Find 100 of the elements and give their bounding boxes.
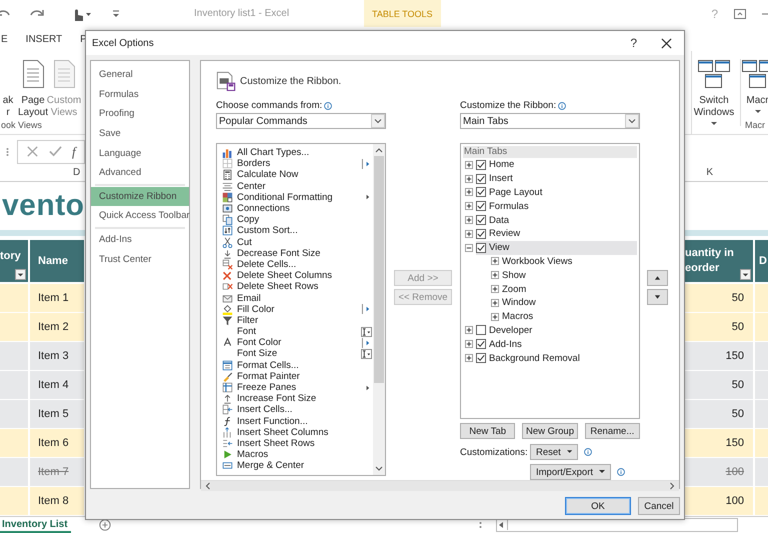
commands-dropdown[interactable]: Popular Commands xyxy=(216,113,386,129)
reset-button[interactable]: Reset xyxy=(530,444,578,460)
scroll-down-icon[interactable] xyxy=(374,465,384,473)
command-item[interactable]: Custom Sort... xyxy=(217,225,373,236)
filter-dropdown-icon[interactable] xyxy=(15,269,26,280)
checkbox[interactable] xyxy=(476,187,486,198)
command-item[interactable]: Connections xyxy=(217,202,373,214)
tree-item[interactable]: Macros xyxy=(502,311,534,322)
command-item[interactable]: Insert Sheet Rows xyxy=(217,438,373,450)
expand-icon[interactable] xyxy=(491,285,499,294)
checkbox[interactable] xyxy=(476,201,486,212)
scroll-right-icon[interactable] xyxy=(668,481,676,491)
tree-action-button[interactable]: Rename... xyxy=(584,423,640,439)
tree-item[interactable]: Developer xyxy=(489,324,532,336)
tree-item[interactable]: Add-Ins xyxy=(489,338,522,350)
splitter-icon[interactable] xyxy=(479,520,482,530)
checkbox[interactable] xyxy=(476,228,486,239)
command-item[interactable]: Insert Sheet Columns xyxy=(217,426,373,438)
command-item[interactable]: Borders xyxy=(217,158,373,170)
command-item[interactable]: Font Color xyxy=(217,337,373,348)
ribbon-tab[interactable]: E xyxy=(1,34,8,45)
command-item[interactable]: Format Cells... xyxy=(217,360,373,371)
column-header[interactable]: K xyxy=(706,167,713,178)
ribbon-dropdown[interactable]: Main Tabs xyxy=(460,113,640,129)
vertical-scrollbar[interactable] xyxy=(373,144,385,475)
command-item[interactable]: Calculate Now xyxy=(217,169,373,181)
close-icon[interactable] xyxy=(661,38,672,48)
expand-icon[interactable] xyxy=(465,202,473,210)
column-header[interactable]: D xyxy=(73,167,80,178)
category-item[interactable]: Add-Ins xyxy=(91,230,189,250)
category-item[interactable]: Language xyxy=(91,143,189,163)
checkbox[interactable] xyxy=(476,339,486,350)
tree-item[interactable]: Review xyxy=(489,228,520,240)
category-item[interactable]: Customize Ribbon xyxy=(91,186,189,206)
info-icon[interactable] xyxy=(584,448,592,456)
ok-button[interactable]: OK xyxy=(565,497,631,515)
ribbon-button[interactable]: ak r xyxy=(1,58,15,119)
checkbox[interactable] xyxy=(476,353,486,364)
command-item[interactable]: Email xyxy=(217,292,373,304)
scroll-up-icon[interactable] xyxy=(374,146,384,154)
category-item[interactable]: Advanced xyxy=(91,162,189,183)
checkbox[interactable] xyxy=(476,325,486,336)
info-icon[interactable] xyxy=(558,102,566,110)
checkbox[interactable] xyxy=(476,242,486,253)
import-export-button[interactable]: Import/Export xyxy=(530,464,612,480)
expand-icon[interactable] xyxy=(465,230,473,238)
command-item[interactable]: Freeze Panes xyxy=(217,382,373,394)
tree-action-button[interactable]: New Tab xyxy=(460,423,516,439)
scroll-left-icon[interactable] xyxy=(204,481,212,491)
expand-icon[interactable] xyxy=(465,326,473,334)
sheet-tab[interactable]: Inventory List xyxy=(0,518,71,533)
command-item[interactable]: Insert Cells... xyxy=(217,404,373,416)
command-item[interactable]: Delete Sheet Rows xyxy=(217,281,373,292)
command-item[interactable]: Macros xyxy=(217,449,373,460)
tree-action-button[interactable]: New Group xyxy=(522,423,578,439)
tree-item[interactable]: Workbook Views xyxy=(502,256,572,267)
category-item[interactable]: Save xyxy=(91,124,189,144)
tree-item[interactable]: View xyxy=(489,242,510,254)
category-item[interactable]: General xyxy=(91,65,189,85)
command-item[interactable]: Format Painter xyxy=(217,370,373,382)
customize-toolbar-icon[interactable] xyxy=(112,10,120,18)
expand-icon[interactable] xyxy=(465,216,473,224)
command-item[interactable]: Conditional Formatting xyxy=(217,192,373,203)
tree-item[interactable]: Show xyxy=(502,270,526,281)
command-item[interactable]: Insert Function... xyxy=(217,416,373,427)
tree-item[interactable]: Insert xyxy=(489,173,513,184)
command-item[interactable]: Fill Color xyxy=(217,304,373,315)
expand-icon[interactable] xyxy=(491,298,499,307)
command-item[interactable]: All Chart Types... xyxy=(217,147,373,158)
category-item[interactable]: Trust Center xyxy=(91,249,189,269)
ribbon-tab[interactable]: INSERT xyxy=(26,34,62,45)
expand-icon[interactable] xyxy=(465,354,473,362)
horizontal-scrollbar[interactable] xyxy=(201,480,679,491)
expand-icon[interactable] xyxy=(465,188,473,196)
move-up-button[interactable] xyxy=(647,270,668,286)
command-item[interactable]: Delete Cells... xyxy=(217,258,373,270)
command-item[interactable]: Font xyxy=(217,326,373,338)
help-button[interactable]: ? xyxy=(630,36,637,50)
tree-item[interactable]: Data xyxy=(489,214,510,226)
add-sheet-icon[interactable] xyxy=(98,519,111,532)
collapse-icon[interactable] xyxy=(465,244,473,252)
checkbox[interactable] xyxy=(476,215,486,226)
expand-icon[interactable] xyxy=(491,271,499,280)
ribbon-button[interactable]: Switch Windows xyxy=(692,58,736,126)
expand-icon[interactable] xyxy=(491,312,499,321)
tree-item[interactable]: Formulas xyxy=(489,200,529,212)
tree-item[interactable]: Zoom xyxy=(502,284,526,295)
expand-icon[interactable] xyxy=(465,160,473,169)
tree-item[interactable]: Page Layout xyxy=(489,186,542,198)
expand-icon[interactable] xyxy=(465,340,473,348)
move-down-button[interactable] xyxy=(647,289,668,305)
tree-item[interactable]: Home xyxy=(489,159,514,170)
command-item[interactable]: Cut xyxy=(217,236,373,248)
info-icon[interactable] xyxy=(324,102,332,110)
checkmark-icon[interactable] xyxy=(49,145,62,158)
cancel-button[interactable]: Cancel xyxy=(638,497,680,515)
command-item[interactable]: Increase Font Size xyxy=(217,393,373,404)
command-item[interactable]: Copy xyxy=(217,214,373,226)
checkbox[interactable] xyxy=(476,174,486,184)
category-item[interactable]: Formulas xyxy=(91,84,189,104)
